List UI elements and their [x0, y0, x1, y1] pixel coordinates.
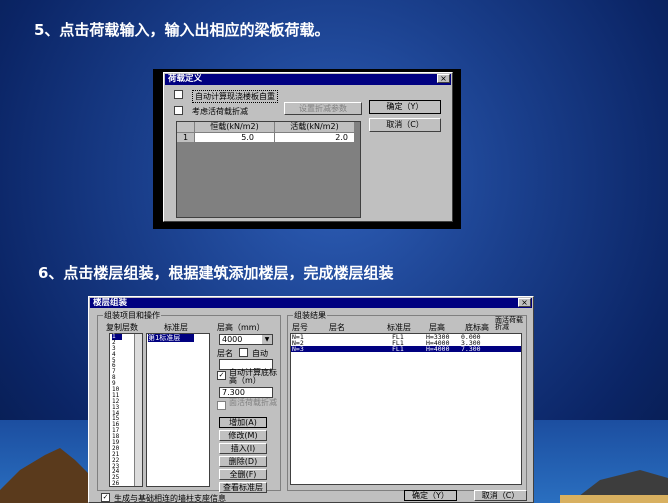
ops-group-title: 组装项目和操作	[103, 310, 161, 321]
auto-name-label: 自动	[252, 349, 268, 358]
row-floor-no: N=3	[292, 345, 304, 353]
step6-heading: 6、点击楼层组装，根据建筑添加楼层，完成楼层组装	[38, 264, 394, 282]
list-item[interactable]: 第1标准层	[148, 334, 194, 342]
delete-button[interactable]: 删除(D)	[219, 456, 267, 467]
slab-reduce-label: 面活荷载折减	[229, 398, 277, 407]
dead-load-cell[interactable]: 5.0	[195, 133, 275, 143]
step5-heading: 5、点击荷载输入，输入出相应的梁板荷载。	[34, 21, 330, 39]
live-load-cell[interactable]: 2.0	[275, 133, 355, 143]
foundation-checkbox[interactable]: ✓	[101, 493, 110, 502]
cancel-button[interactable]: 取消（C）	[369, 118, 441, 132]
row-height: H=4000	[426, 345, 450, 353]
close-icon[interactable]: ×	[437, 74, 450, 83]
std-floor-header: 标准层	[164, 323, 188, 332]
row-std-floor: FL1	[392, 345, 404, 353]
add-button[interactable]: 增加(A)	[219, 417, 267, 428]
load-dialog: 荷载定义 × 自动计算现浇楼板自重 考虑活荷载折减 设置折减参数 确定（Y） 取…	[163, 72, 453, 222]
floor-assembly-dialog: 楼层组装 × 组装项目和操作 复制层数 标准层 层高（mm） 123456789…	[88, 296, 534, 503]
close-icon[interactable]: ×	[518, 298, 531, 307]
live-load-header: 活载(kN/m2)	[275, 122, 355, 133]
copy-count-list[interactable]: 1 2 3 4 5 6 7 8 9 10 11 12 13 14 15 16 17 18 19 20 21 22 23 24 2…	[109, 333, 143, 487]
base-elev-input[interactable]: 7.300	[219, 387, 273, 398]
result-col-live-reduce: 面活荷载折减	[495, 316, 523, 331]
result-col-height: 层高	[429, 323, 445, 332]
live-reduction-checkbox[interactable]	[174, 106, 183, 115]
auto-name-checkbox[interactable]	[239, 348, 248, 357]
slab-reduce-checkbox[interactable]	[217, 401, 226, 410]
height-header: 层高（mm）	[217, 323, 265, 332]
result-col-floor-name: 层名	[329, 323, 345, 332]
floor-dialog-titlebar: 楼层组装	[90, 298, 532, 308]
load-table: 恒载(kN/m2) 活载(kN/m2) 1 5.0 2.0	[176, 121, 361, 218]
auto-elev-label: 自动计算底标高（m）	[229, 368, 277, 385]
clear-all-button[interactable]: 全删(F)	[219, 469, 267, 480]
result-col-floor-no: 层号	[292, 323, 308, 332]
load-dialog-titlebar: 荷载定义	[165, 74, 451, 85]
row-base-elev: 7.300	[461, 345, 481, 353]
dead-load-header: 恒载(kN/m2)	[195, 122, 275, 133]
auto-selfweight-checkbox[interactable]	[174, 90, 183, 99]
cancel-button[interactable]: 取消（C）	[474, 490, 527, 501]
floor-name-label: 层名	[217, 349, 233, 358]
result-col-std-floor: 标准层	[387, 323, 411, 332]
ok-button[interactable]: 确定（Y）	[369, 100, 441, 114]
copy-list-scrollbar[interactable]	[134, 334, 142, 486]
height-select[interactable]: 4000 ▼	[219, 334, 273, 345]
std-floor-list[interactable]: 第1标准层	[146, 333, 210, 487]
chevron-down-icon[interactable]: ▼	[262, 335, 272, 344]
foundation-label: 生成与基础相连的墙柱支座信息	[114, 494, 226, 503]
table-row[interactable]: N=3 FL1 H=4000 7.300	[291, 346, 521, 352]
auto-selfweight-label: 自动计算现浇楼板自重	[192, 90, 278, 103]
ok-button[interactable]: 确定（Y）	[404, 490, 457, 501]
result-col-base-elev: 底标高	[465, 323, 489, 332]
modify-button[interactable]: 修改(M)	[219, 430, 267, 441]
insert-button[interactable]: 插入(I)	[219, 443, 267, 454]
row-index: 1	[177, 133, 195, 143]
table-corner	[177, 122, 195, 133]
view-std-floor-button[interactable]: 查看标准层	[219, 482, 267, 493]
result-list[interactable]: N=1 FL1 H=3300 0.000 N=2 FL1 H=4000 3.30…	[290, 333, 522, 485]
height-value: 4000	[222, 335, 243, 344]
reduction-params-button[interactable]: 设置折减参数	[284, 102, 362, 115]
auto-elev-checkbox[interactable]: ✓	[217, 371, 226, 380]
live-reduction-label: 考虑活荷载折减	[192, 107, 248, 116]
copy-count-header: 复制层数	[106, 323, 138, 332]
result-group-title: 组装结果	[293, 310, 327, 321]
